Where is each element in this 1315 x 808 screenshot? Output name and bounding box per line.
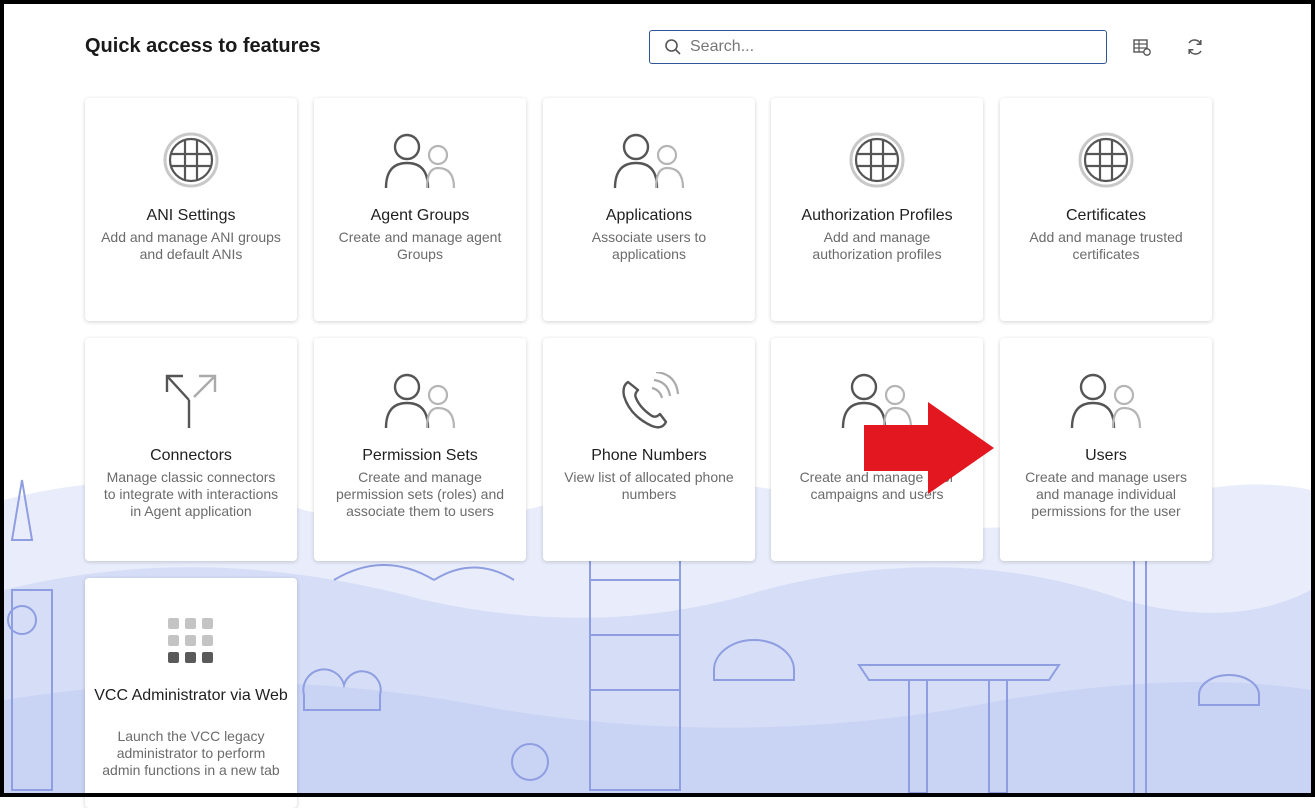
table-settings-button[interactable] <box>1131 36 1153 58</box>
card-description: Launch the VCC legacy administrator to p… <box>102 728 280 778</box>
card-description: Add and manage authorization profiles <box>812 229 942 262</box>
split-arrows-icon <box>165 374 217 428</box>
feature-card-applications[interactable]: Applications Associate users to applicat… <box>543 98 755 321</box>
card-title: VCC Administrator via Web <box>94 687 288 704</box>
card-description: Manage classic connectors to integrate w… <box>103 469 279 519</box>
globe-icon <box>849 132 905 188</box>
globe-icon <box>1078 132 1134 188</box>
card-description: Add and manage ANI groups and default AN… <box>101 229 281 262</box>
card-description: Add and manage trusted certificates <box>1029 229 1183 262</box>
refresh-button[interactable] <box>1184 36 1206 58</box>
feature-card-users[interactable]: Users Create and manage users and manage… <box>1000 338 1212 561</box>
page-title: Quick access to features <box>85 35 321 57</box>
card-description: Create and manage agent Groups <box>338 229 502 262</box>
feature-card-agent-groups[interactable]: Agent Groups Create and manage agent Gro… <box>314 98 526 321</box>
card-title: Connectors <box>150 447 232 464</box>
card-title: Authorization Profiles <box>801 207 953 224</box>
feature-card-authorization-profiles[interactable]: Authorization Profiles Add and manage au… <box>771 98 983 321</box>
card-description: Create and manage users and manage indiv… <box>1025 469 1187 519</box>
card-title: Permission Sets <box>362 447 478 464</box>
feature-card-phone-numbers[interactable]: Phone Numbers View list of allocated pho… <box>543 338 755 561</box>
card-title: ANI Settings <box>146 207 236 224</box>
card-title: Phone Numbers <box>591 447 707 464</box>
card-title: Certificates <box>1065 207 1147 224</box>
card-title: Applications <box>605 207 693 224</box>
card-title: Agent Groups <box>370 207 470 224</box>
users-icon <box>613 133 685 189</box>
feature-card-vcc-administrator[interactable]: VCC Administrator via Web Launch the VCC… <box>85 578 297 808</box>
phone-icon <box>622 372 680 429</box>
feature-card-permission-sets[interactable]: Permission Sets Create and manage permis… <box>314 338 526 561</box>
card-title: Users <box>1085 447 1127 464</box>
feature-card-ani-settings[interactable]: ANI Settings Add and manage ANI groups a… <box>85 98 297 321</box>
search-input[interactable] <box>688 37 1092 57</box>
feature-card-certificates[interactable]: Certificates Add and manage trusted cert… <box>1000 98 1212 321</box>
search-icon <box>665 39 681 55</box>
annotation-arrow-icon <box>864 402 994 494</box>
search-box[interactable] <box>649 30 1107 64</box>
card-description: View list of allocated phone numbers <box>564 469 734 502</box>
app-grid-icon <box>168 618 213 663</box>
card-description: Create and manage permission sets (roles… <box>335 469 505 519</box>
globe-icon <box>163 132 219 188</box>
feature-card-connectors[interactable]: Connectors Manage classic connectors to … <box>85 338 297 561</box>
refresh-icon <box>1188 39 1202 55</box>
table-settings-icon <box>1133 39 1151 56</box>
users-icon <box>384 373 456 429</box>
card-description: Associate users to applications <box>591 229 707 262</box>
users-icon <box>384 133 456 189</box>
users-icon <box>1070 373 1142 429</box>
